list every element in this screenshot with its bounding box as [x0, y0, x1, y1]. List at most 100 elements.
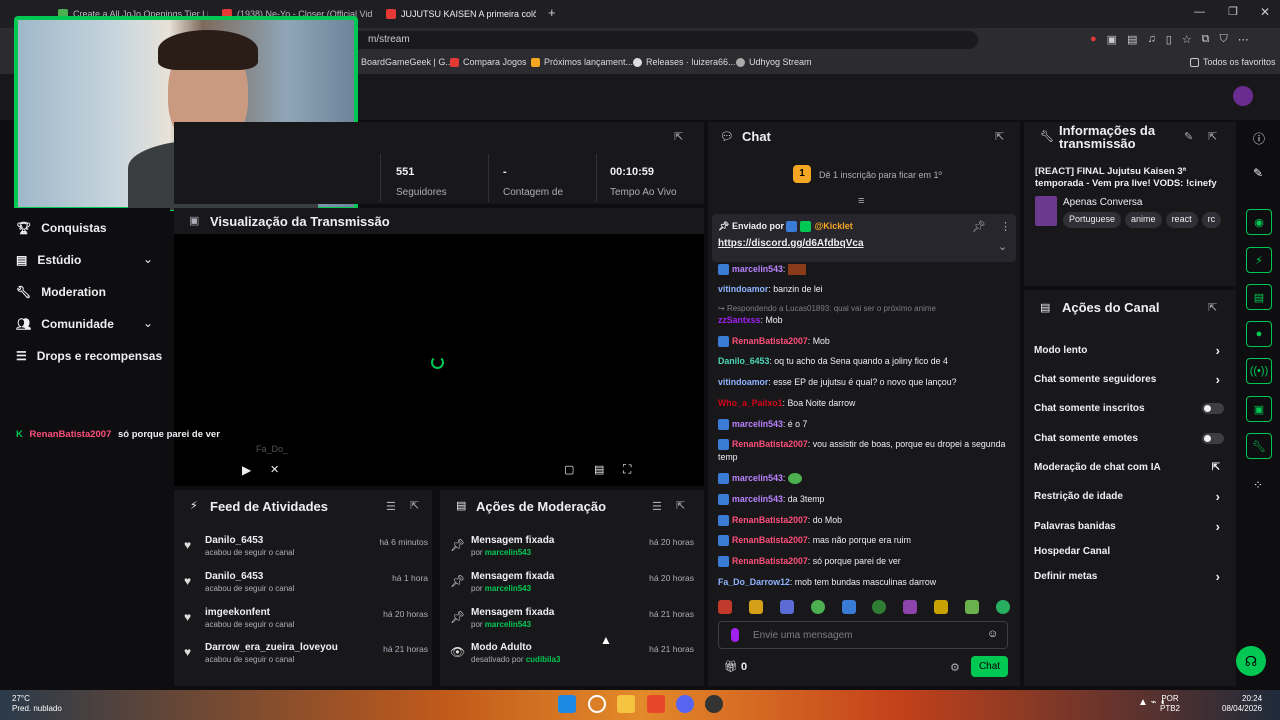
language-indicator[interactable]: POR PTB2 — [1160, 694, 1180, 714]
feed-user[interactable]: Danilo_6453 — [205, 571, 263, 582]
more-icon[interactable]: ⋮ — [1000, 220, 1011, 233]
pinned-link[interactable]: https://discord.gg/d6AfdbqVca — [718, 238, 864, 249]
chat-user[interactable]: marcelin543 — [732, 419, 783, 429]
chat-user[interactable]: marcelin543 — [732, 494, 783, 504]
mod-user[interactable]: marcelin543 — [485, 548, 531, 557]
sidebar-item-moderation[interactable]: 🔧︎ Moderation — [16, 285, 106, 299]
rail-camera-button[interactable]: ◉ — [1246, 209, 1272, 235]
avatar[interactable] — [1233, 86, 1253, 106]
bookmark[interactable]: Releases · luizera66... — [633, 57, 736, 67]
chevron-down-icon[interactable]: ⌄ — [143, 316, 153, 330]
mod-user[interactable]: marcelin543 — [485, 620, 531, 629]
chat-user[interactable]: vitindoamor — [718, 284, 768, 294]
close-window-button[interactable]: ✕ — [1260, 5, 1270, 19]
chevron-down-icon[interactable]: ⌄ — [143, 252, 153, 266]
maximize-button[interactable]: ❐ — [1228, 5, 1238, 18]
rail-notes-button[interactable]: ▤ — [1246, 284, 1272, 310]
points-display[interactable]: 🎁︎ 0 — [724, 660, 747, 673]
fullscreen-button[interactable]: ⛶ — [623, 462, 631, 477]
sub-prompt[interactable]: Dê 1 inscrição para ficar em 1º — [819, 170, 942, 180]
chat-input-box[interactable]: Envie uma mensagem ☺ — [718, 621, 1008, 649]
sidebar-item-estudio[interactable]: ▤ Estúdio — [16, 253, 81, 267]
shield-icon[interactable]: ⛉ — [1220, 33, 1228, 46]
all-favorites[interactable]: Todos os favoritos — [1190, 57, 1276, 67]
feed-user[interactable]: imgeekonfent — [205, 607, 270, 618]
info-icon[interactable]: ⓘ — [1253, 130, 1265, 147]
chat-user[interactable]: marcelin543 — [732, 264, 783, 274]
favorites-icon[interactable]: ☆ — [1182, 33, 1192, 46]
bookmark[interactable]: BoardGameGeek | G... — [361, 57, 453, 67]
emote-icon[interactable] — [965, 600, 979, 614]
chat-user[interactable]: vitindoamor — [718, 377, 768, 387]
chat-user[interactable]: RenanBatista2007 — [732, 439, 808, 449]
tag[interactable]: rc — [1201, 212, 1222, 228]
feed-user[interactable]: Danilo_6453 — [205, 535, 263, 546]
sidebar-item-conquistas[interactable]: 🏆︎ Conquistas — [16, 221, 107, 235]
rail-chat-button[interactable]: ● — [1246, 321, 1272, 347]
action-age-restriction[interactable]: Restrição de idade › — [1034, 489, 1224, 504]
emote-icon[interactable] — [748, 600, 763, 614]
rail-broadcast-button[interactable]: ((•)) — [1246, 358, 1272, 384]
filter-icon[interactable]: ☰ — [386, 500, 396, 513]
emote-icon[interactable] — [718, 600, 732, 614]
help-button[interactable]: ☊ — [1236, 646, 1266, 676]
brave-browser-icon[interactable] — [647, 695, 665, 713]
bookmark[interactable]: Compara Jogos — [450, 57, 527, 67]
rail-moderation-button[interactable]: ▣ — [1246, 396, 1272, 422]
emote-icon[interactable] — [872, 600, 887, 614]
edit-icon[interactable]: ✎ — [1184, 130, 1193, 143]
emote-icon[interactable] — [903, 600, 918, 614]
browser-tab-active[interactable]: JUJUTSU KAISEN A primeira colônia - — [386, 4, 536, 24]
emote-icon[interactable] — [779, 600, 794, 614]
emote-icon[interactable] — [810, 600, 825, 614]
apps-icon[interactable]: ⁘ — [1253, 478, 1263, 492]
chat-user[interactable]: marcelin543 — [732, 473, 783, 483]
menu-icon[interactable]: ⋯ — [1238, 33, 1249, 46]
extension-icon[interactable]: ● — [1090, 33, 1097, 46]
chat-user[interactable]: Fa_Do_Darrow12 — [718, 577, 790, 587]
mod-user[interactable]: marcelin543 — [485, 584, 531, 593]
popout-icon[interactable]: ⇱ — [676, 499, 685, 512]
tag[interactable]: react — [1165, 212, 1198, 228]
sort-icon[interactable]: ≡ — [858, 195, 864, 207]
settings-icon[interactable]: ⚙ — [950, 661, 960, 674]
new-tab-button[interactable]: + — [548, 5, 556, 20]
tag[interactable]: anime — [1125, 212, 1162, 228]
category-thumbnail[interactable] — [1035, 196, 1057, 226]
action-host-channel[interactable]: Hospedar Canal — [1034, 546, 1224, 557]
filter-icon[interactable]: ☰ — [652, 500, 662, 513]
action-slow-mode[interactable]: Modo lento › — [1034, 343, 1224, 358]
theater-mode-button[interactable]: ▢ — [564, 463, 574, 476]
chat-user[interactable]: RenanBatista2007 — [732, 535, 808, 545]
emote-icon[interactable] — [934, 600, 949, 614]
minimize-button[interactable]: — — [1194, 6, 1205, 18]
url-field[interactable]: m/stream — [350, 31, 978, 49]
action-followers-only[interactable]: Chat somente seguidores › — [1034, 372, 1224, 387]
emoji-icon[interactable]: ☺ — [987, 628, 998, 640]
windows-start-icon[interactable] — [558, 695, 576, 713]
mute-button[interactable]: ✕ — [270, 463, 279, 476]
action-ai-moderation[interactable]: Moderação de chat com IA ⇱ — [1034, 462, 1224, 473]
tag[interactable]: Portuguese — [1063, 212, 1122, 228]
unpin-icon[interactable]: 📌︎ — [972, 220, 986, 233]
chat-user[interactable]: Danilo_6453 — [718, 356, 769, 366]
feed-user[interactable]: Darrow_era_zueira_loveyou — [205, 642, 338, 653]
sidebar-item-comunidade[interactable]: 👥︎ Comunidade — [16, 317, 114, 331]
sidebar-icon[interactable]: ▯ — [1166, 33, 1172, 46]
edit-icon[interactable]: ✎ — [1253, 166, 1263, 180]
action-set-goals[interactable]: Definir metas › — [1034, 569, 1224, 584]
chat-user[interactable]: Who_a_Pailxo1 — [718, 398, 783, 408]
rail-lightning-button[interactable]: ⚡︎ — [1246, 247, 1272, 273]
emotes-only-toggle[interactable] — [1202, 433, 1224, 444]
chat-send-button[interactable]: Chat — [971, 656, 1008, 677]
subscribers-only-toggle[interactable] — [1202, 403, 1224, 414]
emote-icon[interactable] — [841, 600, 856, 614]
action-banned-words[interactable]: Palavras banidas › — [1034, 519, 1224, 534]
mod-user[interactable]: cudibila3 — [526, 655, 561, 664]
category-name[interactable]: Apenas Conversa — [1063, 197, 1143, 208]
chat-user[interactable]: zzSantxss — [718, 315, 761, 325]
file-explorer-icon[interactable] — [617, 695, 635, 713]
clock[interactable]: 20:24 08/04/2026 — [1222, 694, 1262, 714]
collections-icon[interactable]: ⧉ — [1202, 33, 1210, 46]
bookmark[interactable]: Próximos lançament... — [531, 57, 633, 67]
